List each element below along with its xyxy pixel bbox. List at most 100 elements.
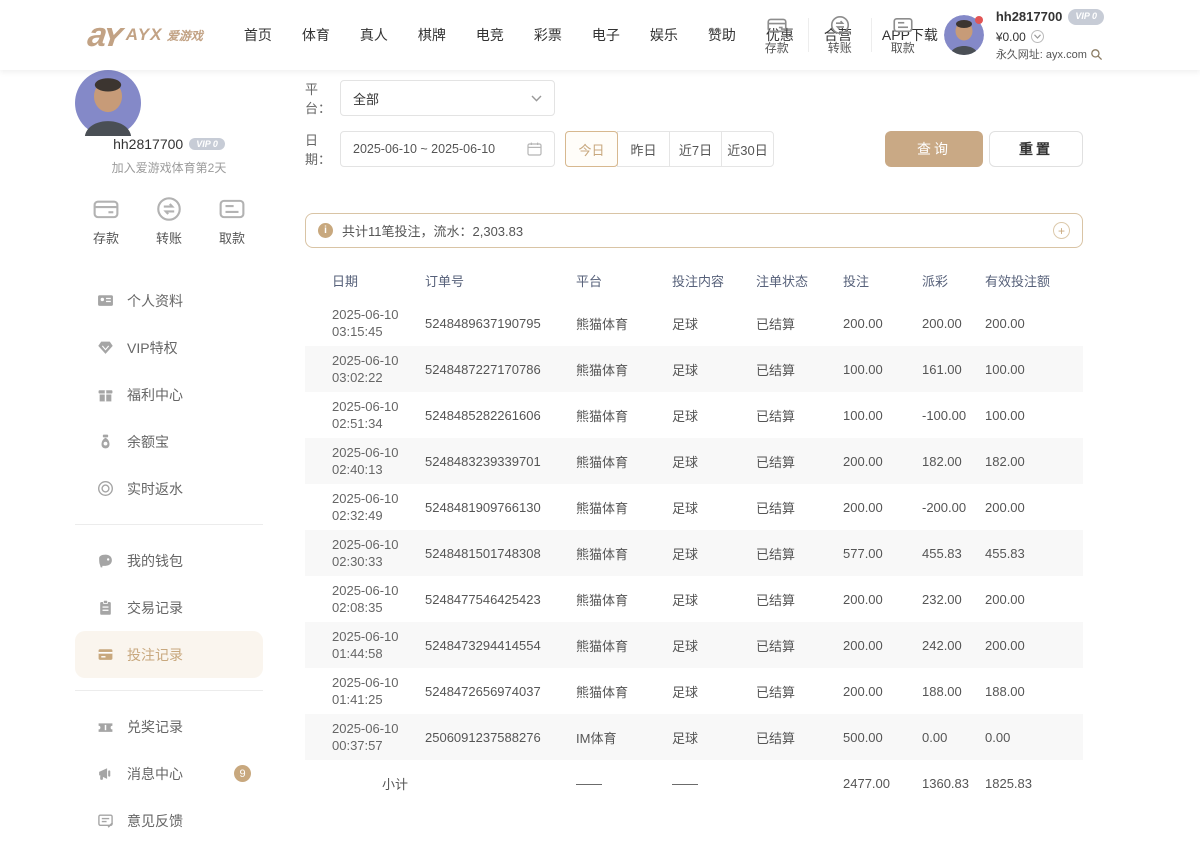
nav-item[interactable]: 彩票 <box>519 15 577 55</box>
cell-status: 已结算 <box>756 438 843 484</box>
cell-bet: 200.00 <box>843 622 922 668</box>
sidebar: hh2817700 VIP 0 加入爱游戏体育第2天 存款转账取款 个人资料VI… <box>75 70 263 844</box>
cell-date: 2025-06-1002:32:49 <box>305 484 425 530</box>
money-pouch-icon <box>97 433 114 450</box>
sidebar-quick-action[interactable]: 取款 <box>219 196 245 247</box>
sidebar-item-gem[interactable]: VIP特权 <box>75 324 263 371</box>
cell-bet: 200.00 <box>843 576 922 622</box>
cell-status: 已结算 <box>756 668 843 714</box>
nav-item[interactable]: 体育 <box>287 15 345 55</box>
subtotal-content-dash: —— <box>672 760 756 806</box>
ticket-icon <box>97 718 114 735</box>
table-row: 2025-06-1003:15:455248489637190795熊猫体育足球… <box>305 300 1083 346</box>
subtotal-payout: 1360.83 <box>922 760 985 806</box>
cell-content: 足球 <box>672 392 756 438</box>
expand-plus-icon[interactable]: + <box>1053 222 1070 239</box>
quick-date-button[interactable]: 近30日 <box>721 131 774 167</box>
platform-select[interactable]: 全部 <box>340 80 555 116</box>
cell-order: 2506091237588276 <box>425 714 576 760</box>
cell-valid: 200.00 <box>985 484 1083 530</box>
topbar-quick-actions: 存款转账取款 <box>754 15 926 56</box>
sidebar-item-ticket[interactable]: 兑奖记录 <box>75 703 263 750</box>
bet-records-table: 日期订单号平台投注内容注单状态投注派彩有效投注额 2025-06-1003:15… <box>305 260 1083 806</box>
sidebar-item-bet-record[interactable]: 投注记录 <box>75 631 263 678</box>
sidebar-item-label: 我的钱包 <box>127 551 183 571</box>
avatar[interactable] <box>944 15 984 55</box>
nav-item[interactable]: 娱乐 <box>635 15 693 55</box>
sidebar-item-label: 交易记录 <box>127 598 183 618</box>
quick-date-group: 今日昨日近7日近30日 <box>565 131 774 167</box>
balance-refresh-chevron-icon[interactable] <box>1031 30 1044 43</box>
rebate-icon <box>97 480 114 497</box>
nav-item[interactable]: 真人 <box>345 15 403 55</box>
cell-content: 足球 <box>672 484 756 530</box>
sidebar-item-clipboard[interactable]: 交易记录 <box>75 584 263 631</box>
bet-record-icon <box>97 646 114 663</box>
sidebar-item-gift[interactable]: 福利中心 <box>75 371 263 418</box>
cell-status: 已结算 <box>756 576 843 622</box>
sidebar-item-label: 意见反馈 <box>127 811 183 831</box>
date-range-value: 2025-06-10 ~ 2025-06-10 <box>353 142 495 156</box>
sidebar-item-wallet[interactable]: 我的钱包 <box>75 537 263 584</box>
quick-action-label: 取款 <box>219 228 245 247</box>
sidebar-divider <box>75 524 263 525</box>
sidebar-item-label: 实时返水 <box>127 479 183 499</box>
withdraw-card-icon <box>893 15 913 35</box>
column-header: 订单号 <box>425 260 576 300</box>
cell-status: 已结算 <box>756 622 843 668</box>
nav-item[interactable]: 电竞 <box>461 15 519 55</box>
sidebar-quick-action[interactable]: 存款 <box>93 196 119 247</box>
sidebar-item-money-pouch[interactable]: 余额宝 <box>75 418 263 465</box>
topbar-quick-action[interactable]: 取款 <box>880 15 926 56</box>
cell-payout: 182.00 <box>922 438 985 484</box>
subtotal-platform-dash: —— <box>576 760 672 806</box>
cell-date: 2025-06-1002:40:13 <box>305 438 425 484</box>
column-header: 投注内容 <box>672 260 756 300</box>
sidebar-avatar[interactable] <box>75 70 263 136</box>
sidebar-quick-action[interactable]: 转账 <box>156 196 182 247</box>
notification-dot <box>975 16 983 24</box>
sidebar-item-feedback[interactable]: 意见反馈 <box>75 797 263 844</box>
nav-item[interactable]: 电子 <box>577 15 635 55</box>
reset-button[interactable]: 重置 <box>989 131 1083 167</box>
quick-date-button[interactable]: 昨日 <box>617 131 670 167</box>
sidebar-quick-actions: 存款转账取款 <box>75 196 263 247</box>
nav-item[interactable]: 赞助 <box>693 15 751 55</box>
date-filter-label: 日期： <box>305 130 340 168</box>
sidebar-username: hh2817700 <box>113 136 183 152</box>
nav-item[interactable]: 首页 <box>229 15 287 55</box>
cell-platform: IM体育 <box>576 714 672 760</box>
cell-date: 2025-06-1002:30:33 <box>305 530 425 576</box>
table-row: 2025-06-1002:08:355248477546425423熊猫体育足球… <box>305 576 1083 622</box>
nav-item[interactable]: 棋牌 <box>403 15 461 55</box>
sidebar-item-label: 个人资料 <box>127 291 183 311</box>
sidebar-item-id-card[interactable]: 个人资料 <box>75 277 263 324</box>
table-row: 2025-06-1001:41:255248472656974037熊猫体育足球… <box>305 668 1083 714</box>
cell-date: 2025-06-1003:15:45 <box>305 300 425 346</box>
cell-valid: 0.00 <box>985 714 1083 760</box>
query-button[interactable]: 查询 <box>885 131 983 167</box>
transfer-icon <box>156 196 182 222</box>
cell-content: 足球 <box>672 576 756 622</box>
cell-status: 已结算 <box>756 530 843 576</box>
cell-status: 已结算 <box>756 714 843 760</box>
sidebar-item-label: 投注记录 <box>127 645 183 665</box>
divider <box>871 18 872 52</box>
topbar-quick-action[interactable]: 存款 <box>754 15 800 56</box>
cell-order: 5248483239339701 <box>425 438 576 484</box>
withdraw-card-icon <box>219 196 245 222</box>
cell-valid: 200.00 <box>985 576 1083 622</box>
search-icon[interactable] <box>1090 48 1103 61</box>
date-range-input[interactable]: 2025-06-10 ~ 2025-06-10 <box>340 131 555 167</box>
table-row: 2025-06-1003:02:225248487227170786熊猫体育足球… <box>305 346 1083 392</box>
logo-text: AYX 爱游戏 <box>126 26 203 45</box>
topbar-quick-action[interactable]: 转账 <box>817 15 863 56</box>
quick-date-button[interactable]: 今日 <box>565 131 618 167</box>
sidebar-item-megaphone[interactable]: 消息中心9 <box>75 750 263 797</box>
deposit-card-icon <box>767 15 787 35</box>
site-logo[interactable]: aʏ AYX 爱游戏 <box>88 18 203 52</box>
quick-date-button[interactable]: 近7日 <box>669 131 722 167</box>
sidebar-item-rebate[interactable]: 实时返水 <box>75 465 263 512</box>
sidebar-menu: 个人资料 VIP特权福利中心余额宝实时返水我的钱包交易记录投注记录兑奖记录消息中心… <box>75 277 263 844</box>
column-header: 派彩 <box>922 260 985 300</box>
